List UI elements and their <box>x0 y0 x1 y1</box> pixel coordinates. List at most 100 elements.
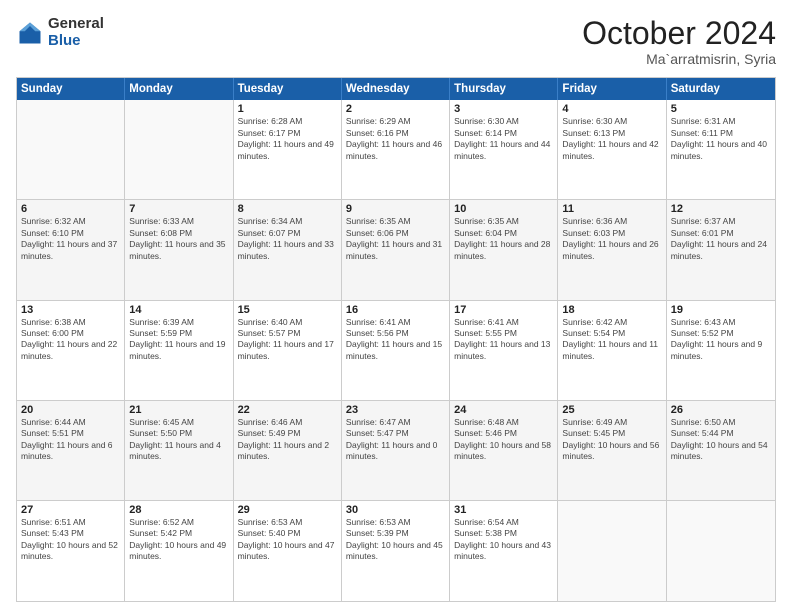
empty-cell <box>667 501 775 601</box>
weekday-header: Saturday <box>667 78 775 100</box>
calendar-week: 13Sunrise: 6:38 AM Sunset: 6:00 PM Dayli… <box>17 301 775 401</box>
day-cell: 20Sunrise: 6:44 AM Sunset: 5:51 PM Dayli… <box>17 401 125 500</box>
day-number: 29 <box>238 504 337 516</box>
day-number: 4 <box>562 103 661 115</box>
day-cell: 2Sunrise: 6:29 AM Sunset: 6:16 PM Daylig… <box>342 100 450 199</box>
location-text: Ma`arratmisrin, Syria <box>582 51 776 67</box>
day-info: Sunrise: 6:44 AM Sunset: 5:51 PM Dayligh… <box>21 417 120 463</box>
day-cell: 4Sunrise: 6:30 AM Sunset: 6:13 PM Daylig… <box>558 100 666 199</box>
day-number: 3 <box>454 103 553 115</box>
day-info: Sunrise: 6:32 AM Sunset: 6:10 PM Dayligh… <box>21 216 120 262</box>
day-cell: 8Sunrise: 6:34 AM Sunset: 6:07 PM Daylig… <box>234 200 342 299</box>
day-cell: 23Sunrise: 6:47 AM Sunset: 5:47 PM Dayli… <box>342 401 450 500</box>
day-number: 21 <box>129 404 228 416</box>
day-info: Sunrise: 6:41 AM Sunset: 5:56 PM Dayligh… <box>346 317 445 363</box>
day-cell: 22Sunrise: 6:46 AM Sunset: 5:49 PM Dayli… <box>234 401 342 500</box>
empty-cell <box>125 100 233 199</box>
day-info: Sunrise: 6:49 AM Sunset: 5:45 PM Dayligh… <box>562 417 661 463</box>
day-info: Sunrise: 6:31 AM Sunset: 6:11 PM Dayligh… <box>671 116 771 162</box>
day-number: 26 <box>671 404 771 416</box>
weekday-header: Friday <box>558 78 666 100</box>
day-cell: 31Sunrise: 6:54 AM Sunset: 5:38 PM Dayli… <box>450 501 558 601</box>
weekday-header: Monday <box>125 78 233 100</box>
day-number: 31 <box>454 504 553 516</box>
day-cell: 6Sunrise: 6:32 AM Sunset: 6:10 PM Daylig… <box>17 200 125 299</box>
day-info: Sunrise: 6:50 AM Sunset: 5:44 PM Dayligh… <box>671 417 771 463</box>
page: General Blue October 2024 Ma`arratmisrin… <box>0 0 792 612</box>
day-info: Sunrise: 6:35 AM Sunset: 6:04 PM Dayligh… <box>454 216 553 262</box>
day-cell: 17Sunrise: 6:41 AM Sunset: 5:55 PM Dayli… <box>450 301 558 400</box>
empty-cell <box>558 501 666 601</box>
day-info: Sunrise: 6:53 AM Sunset: 5:39 PM Dayligh… <box>346 517 445 563</box>
day-cell: 10Sunrise: 6:35 AM Sunset: 6:04 PM Dayli… <box>450 200 558 299</box>
day-info: Sunrise: 6:47 AM Sunset: 5:47 PM Dayligh… <box>346 417 445 463</box>
weekday-header: Sunday <box>17 78 125 100</box>
day-info: Sunrise: 6:48 AM Sunset: 5:46 PM Dayligh… <box>454 417 553 463</box>
calendar-week: 6Sunrise: 6:32 AM Sunset: 6:10 PM Daylig… <box>17 200 775 300</box>
logo-general-text: General <box>48 16 104 33</box>
month-title: October 2024 <box>582 16 776 51</box>
day-number: 2 <box>346 103 445 115</box>
day-info: Sunrise: 6:39 AM Sunset: 5:59 PM Dayligh… <box>129 317 228 363</box>
day-info: Sunrise: 6:42 AM Sunset: 5:54 PM Dayligh… <box>562 317 661 363</box>
weekday-header: Tuesday <box>234 78 342 100</box>
day-number: 14 <box>129 304 228 316</box>
day-cell: 12Sunrise: 6:37 AM Sunset: 6:01 PM Dayli… <box>667 200 775 299</box>
day-number: 12 <box>671 203 771 215</box>
day-info: Sunrise: 6:30 AM Sunset: 6:14 PM Dayligh… <box>454 116 553 162</box>
day-number: 20 <box>21 404 120 416</box>
day-number: 11 <box>562 203 661 215</box>
day-info: Sunrise: 6:54 AM Sunset: 5:38 PM Dayligh… <box>454 517 553 563</box>
day-info: Sunrise: 6:36 AM Sunset: 6:03 PM Dayligh… <box>562 216 661 262</box>
day-info: Sunrise: 6:46 AM Sunset: 5:49 PM Dayligh… <box>238 417 337 463</box>
day-number: 23 <box>346 404 445 416</box>
logo: General Blue <box>16 16 104 49</box>
day-number: 9 <box>346 203 445 215</box>
logo-text: General Blue <box>48 16 104 49</box>
day-number: 19 <box>671 304 771 316</box>
day-cell: 14Sunrise: 6:39 AM Sunset: 5:59 PM Dayli… <box>125 301 233 400</box>
day-cell: 15Sunrise: 6:40 AM Sunset: 5:57 PM Dayli… <box>234 301 342 400</box>
weekday-header: Wednesday <box>342 78 450 100</box>
day-number: 27 <box>21 504 120 516</box>
day-cell: 29Sunrise: 6:53 AM Sunset: 5:40 PM Dayli… <box>234 501 342 601</box>
day-number: 17 <box>454 304 553 316</box>
calendar-week: 20Sunrise: 6:44 AM Sunset: 5:51 PM Dayli… <box>17 401 775 501</box>
day-cell: 18Sunrise: 6:42 AM Sunset: 5:54 PM Dayli… <box>558 301 666 400</box>
day-info: Sunrise: 6:34 AM Sunset: 6:07 PM Dayligh… <box>238 216 337 262</box>
calendar-header: SundayMondayTuesdayWednesdayThursdayFrid… <box>17 78 775 100</box>
day-number: 5 <box>671 103 771 115</box>
day-info: Sunrise: 6:45 AM Sunset: 5:50 PM Dayligh… <box>129 417 228 463</box>
day-cell: 7Sunrise: 6:33 AM Sunset: 6:08 PM Daylig… <box>125 200 233 299</box>
day-info: Sunrise: 6:30 AM Sunset: 6:13 PM Dayligh… <box>562 116 661 162</box>
day-info: Sunrise: 6:51 AM Sunset: 5:43 PM Dayligh… <box>21 517 120 563</box>
header: General Blue October 2024 Ma`arratmisrin… <box>16 16 776 67</box>
day-cell: 9Sunrise: 6:35 AM Sunset: 6:06 PM Daylig… <box>342 200 450 299</box>
day-info: Sunrise: 6:29 AM Sunset: 6:16 PM Dayligh… <box>346 116 445 162</box>
day-number: 7 <box>129 203 228 215</box>
day-cell: 16Sunrise: 6:41 AM Sunset: 5:56 PM Dayli… <box>342 301 450 400</box>
day-info: Sunrise: 6:35 AM Sunset: 6:06 PM Dayligh… <box>346 216 445 262</box>
day-info: Sunrise: 6:37 AM Sunset: 6:01 PM Dayligh… <box>671 216 771 262</box>
day-cell: 30Sunrise: 6:53 AM Sunset: 5:39 PM Dayli… <box>342 501 450 601</box>
day-info: Sunrise: 6:33 AM Sunset: 6:08 PM Dayligh… <box>129 216 228 262</box>
day-cell: 21Sunrise: 6:45 AM Sunset: 5:50 PM Dayli… <box>125 401 233 500</box>
day-info: Sunrise: 6:28 AM Sunset: 6:17 PM Dayligh… <box>238 116 337 162</box>
day-cell: 27Sunrise: 6:51 AM Sunset: 5:43 PM Dayli… <box>17 501 125 601</box>
day-info: Sunrise: 6:43 AM Sunset: 5:52 PM Dayligh… <box>671 317 771 363</box>
day-number: 24 <box>454 404 553 416</box>
calendar-week: 1Sunrise: 6:28 AM Sunset: 6:17 PM Daylig… <box>17 100 775 200</box>
day-cell: 13Sunrise: 6:38 AM Sunset: 6:00 PM Dayli… <box>17 301 125 400</box>
day-number: 22 <box>238 404 337 416</box>
empty-cell <box>17 100 125 199</box>
day-number: 8 <box>238 203 337 215</box>
day-cell: 19Sunrise: 6:43 AM Sunset: 5:52 PM Dayli… <box>667 301 775 400</box>
day-info: Sunrise: 6:40 AM Sunset: 5:57 PM Dayligh… <box>238 317 337 363</box>
calendar-week: 27Sunrise: 6:51 AM Sunset: 5:43 PM Dayli… <box>17 501 775 601</box>
weekday-header: Thursday <box>450 78 558 100</box>
calendar: SundayMondayTuesdayWednesdayThursdayFrid… <box>16 77 776 602</box>
day-number: 13 <box>21 304 120 316</box>
day-cell: 5Sunrise: 6:31 AM Sunset: 6:11 PM Daylig… <box>667 100 775 199</box>
calendar-body: 1Sunrise: 6:28 AM Sunset: 6:17 PM Daylig… <box>17 100 775 601</box>
day-cell: 26Sunrise: 6:50 AM Sunset: 5:44 PM Dayli… <box>667 401 775 500</box>
